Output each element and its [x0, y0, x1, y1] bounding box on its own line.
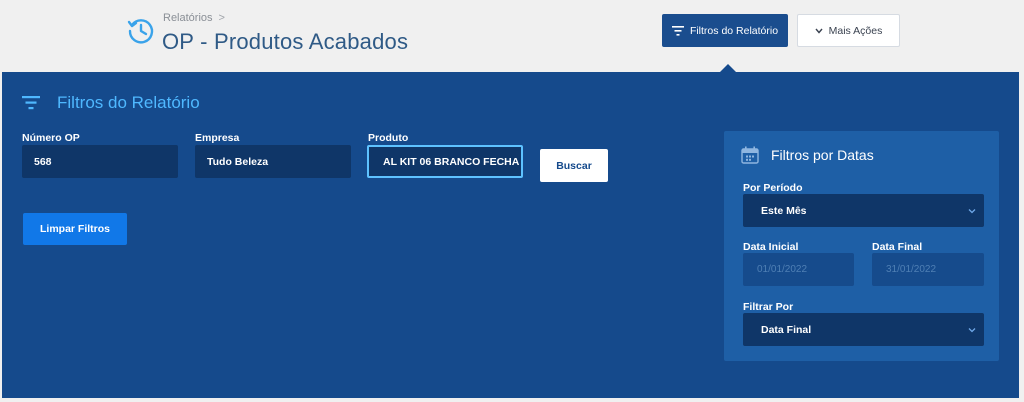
empresa-label: Empresa: [195, 132, 240, 144]
numero-op-label: Número OP: [22, 132, 80, 144]
panel-title: Filtros do Relatório: [57, 93, 200, 112]
periodo-label: Por Período: [743, 182, 803, 194]
data-final-label: Data Final: [872, 241, 923, 253]
breadcrumb: Relatórios >: [163, 12, 225, 24]
date-filters-box: Filtros por Datas Por Período Este Mês D…: [724, 131, 999, 361]
page-title: OP - Produtos Acabados: [162, 29, 409, 54]
produto-input[interactable]: AL KIT 06 BRANCO FECHA: [367, 145, 523, 178]
clock-report-icon: [127, 19, 154, 44]
data-inicial-input[interactable]: 01/01/2022: [743, 253, 854, 286]
data-final-input[interactable]: 31/01/2022: [872, 253, 984, 286]
more-actions-button-label: Mais Ações: [828, 24, 883, 37]
clear-filters-button[interactable]: Limpar Filtros: [23, 213, 127, 245]
empresa-input[interactable]: Tudo Beleza: [195, 145, 351, 178]
filter-icon: [671, 25, 684, 36]
calendar-icon: [741, 146, 759, 164]
produto-label: Produto: [368, 132, 409, 144]
more-actions-button[interactable]: Mais Ações: [797, 14, 900, 47]
data-inicial-label: Data Inicial: [743, 241, 799, 253]
periodo-select[interactable]: Este Mês: [743, 194, 984, 227]
chevron-down-icon: [968, 209, 976, 214]
search-button[interactable]: Buscar: [540, 149, 608, 182]
breadcrumb-item-relatorios[interactable]: Relatórios: [163, 12, 213, 24]
filtrar-por-select-value: Data Final: [761, 323, 812, 336]
page-header: Relatórios > OP - Produtos Acabados Filt…: [0, 0, 1024, 73]
numero-op-input[interactable]: 568: [22, 145, 178, 178]
breadcrumb-separator: >: [218, 12, 225, 24]
report-filters-button[interactable]: Filtros do Relatório: [662, 14, 788, 47]
filter-icon: [22, 96, 40, 110]
date-filters-title: Filtros por Datas: [771, 147, 874, 163]
chevron-down-icon: [968, 328, 976, 333]
chevron-down-icon: [815, 28, 823, 34]
filtrar-por-select[interactable]: Data Final: [743, 313, 984, 346]
filtrar-por-label: Filtrar Por: [743, 301, 794, 313]
report-filters-button-label: Filtros do Relatório: [689, 24, 779, 37]
periodo-select-value: Este Mês: [761, 204, 807, 217]
report-filters-panel: Filtros do Relatório Número OP 568 Empre…: [2, 72, 1019, 398]
